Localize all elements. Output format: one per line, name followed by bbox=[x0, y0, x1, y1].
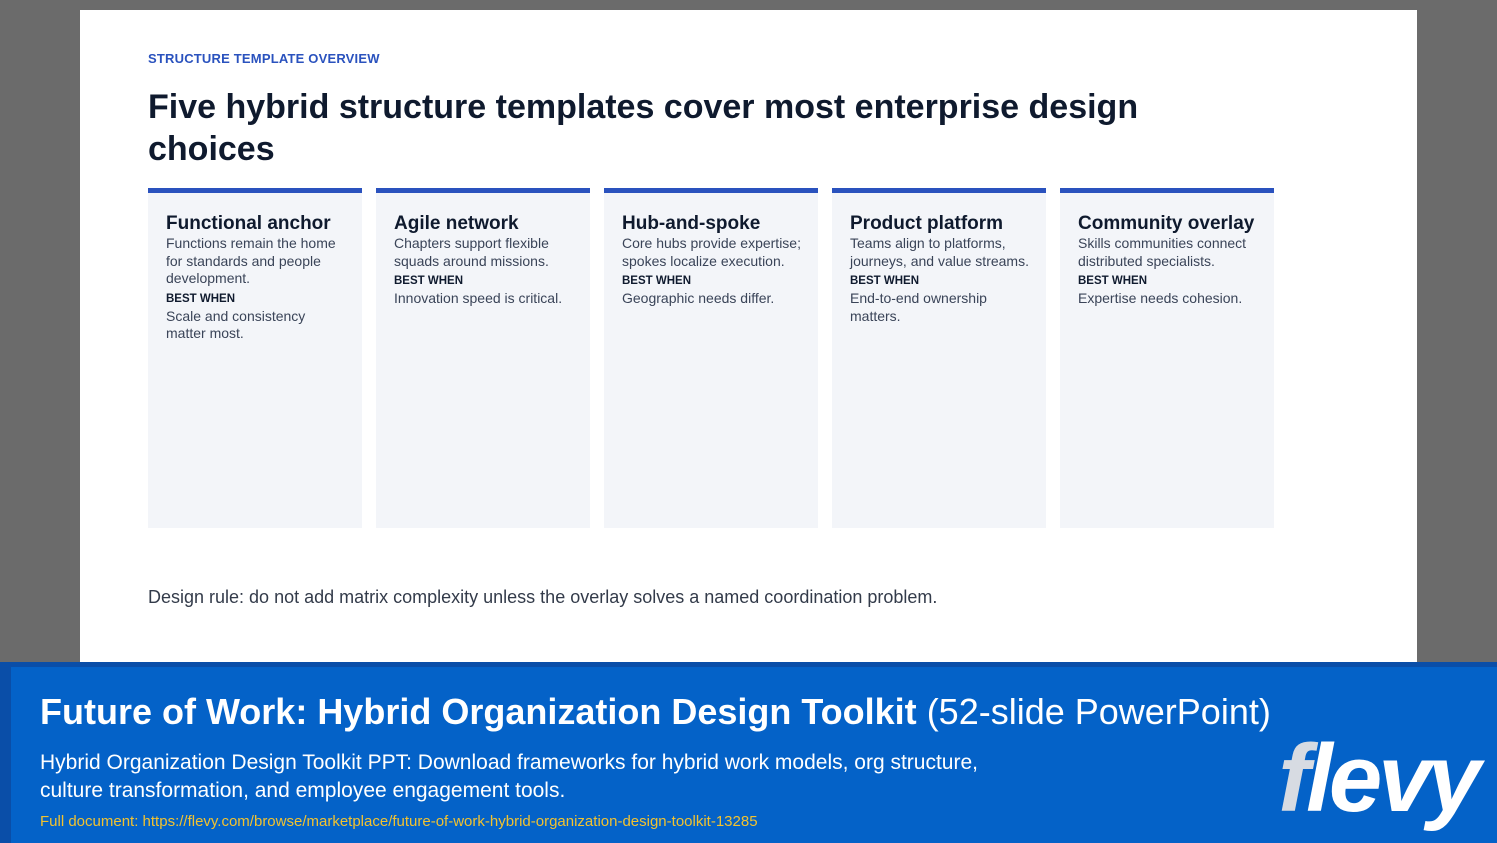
template-cards: Functional anchor Functions remain the h… bbox=[148, 188, 1274, 528]
card-description: Skills communities connect distributed s… bbox=[1078, 235, 1247, 269]
card-product-platform: Product platform Teams align to platform… bbox=[832, 188, 1046, 528]
footer-link-line: Full document: https://flevy.com/browse/… bbox=[40, 813, 758, 830]
card-functional-anchor: Functional anchor Functions remain the h… bbox=[148, 188, 362, 528]
footer-link-prefix: Full document: bbox=[40, 813, 143, 830]
card-title: Product platform bbox=[850, 213, 1004, 234]
card-description: Core hubs provide expertise; spokes loca… bbox=[622, 235, 801, 269]
card-best-when-label: BEST WHEN bbox=[622, 275, 691, 287]
footer-title: Future of Work: Hybrid Organization Desi… bbox=[40, 691, 1271, 733]
flevy-logo[interactable]: flevy bbox=[1278, 729, 1481, 829]
footer-accent-stripe bbox=[0, 667, 11, 843]
footer-description: Hybrid Organization Design Toolkit PPT: … bbox=[40, 751, 978, 802]
card-title: Functional anchor bbox=[166, 213, 331, 234]
document-footer-banner: Future of Work: Hybrid Organization Desi… bbox=[0, 662, 1497, 843]
card-description: Chapters support flexible squads around … bbox=[394, 235, 549, 269]
full-document-link[interactable]: https://flevy.com/browse/marketplace/fut… bbox=[143, 813, 758, 830]
card-best-when-label: BEST WHEN bbox=[394, 275, 463, 287]
slide-title: Five hybrid structure templates cover mo… bbox=[148, 88, 1139, 168]
flevy-logo-rest: levy bbox=[1306, 725, 1481, 832]
card-description: Functions remain the home for standards … bbox=[166, 235, 336, 286]
slide-eyebrow: STRUCTURE TEMPLATE OVERVIEW bbox=[148, 51, 380, 66]
card-best-when-text: Innovation speed is critical. bbox=[394, 290, 563, 306]
card-agile-network: Agile network Chapters support flexible … bbox=[376, 188, 590, 528]
card-best-when-text: Expertise needs cohesion. bbox=[1078, 290, 1243, 306]
card-best-when-text: Scale and consistency matter most. bbox=[166, 307, 306, 342]
card-best-when-text: Geographic needs differ. bbox=[622, 290, 775, 306]
slide: STRUCTURE TEMPLATE OVERVIEW Five hybrid … bbox=[80, 10, 1417, 662]
card-description: Teams align to platforms, journeys, and … bbox=[850, 235, 1029, 269]
design-rule-note: Design rule: do not add matrix complexit… bbox=[148, 587, 938, 607]
card-title: Hub-and-spoke bbox=[622, 213, 761, 234]
card-best-when-text: End-to-end ownership matters. bbox=[850, 290, 987, 324]
card-community-overlay: Community overlay Skills communities con… bbox=[1060, 188, 1274, 528]
footer-title-suffix: (52-slide PowerPoint) bbox=[916, 691, 1271, 732]
card-best-when-label: BEST WHEN bbox=[1078, 275, 1147, 287]
card-hub-and-spoke: Hub-and-spoke Core hubs provide expertis… bbox=[604, 188, 818, 528]
footer-title-main: Future of Work: Hybrid Organization Desi… bbox=[40, 691, 917, 732]
card-best-when-label: BEST WHEN bbox=[850, 275, 919, 287]
card-title: Community overlay bbox=[1078, 213, 1255, 234]
flevy-logo-f: f bbox=[1278, 725, 1310, 832]
card-best-when-label: BEST WHEN bbox=[166, 292, 235, 305]
card-title: Agile network bbox=[394, 213, 519, 234]
